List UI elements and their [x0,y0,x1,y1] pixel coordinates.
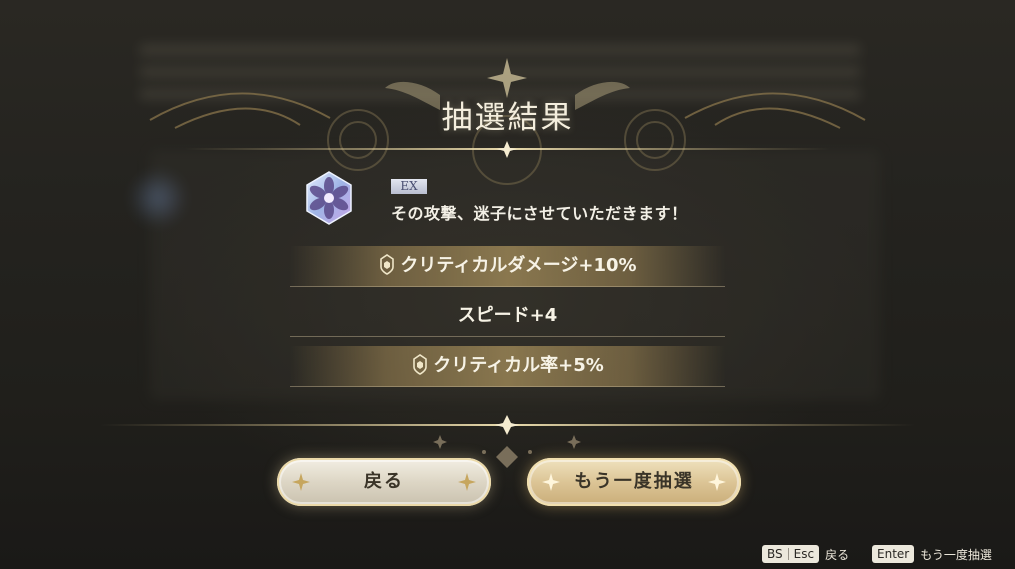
hint-back-label: 戻る [825,547,850,562]
dialog-title: 抽選結果 [441,100,574,136]
background-blurred-orb [128,168,188,228]
hint-back: BS Esc 戻る [762,544,849,564]
stat-row-critical-damage: クリティカルダメージ+10% [290,246,725,287]
retry-button-label: もう一度抽選 [574,471,694,492]
crest-icon [380,254,395,275]
hint-retry-label: もう一度抽選 [920,547,992,562]
hint-retry: Enter もう一度抽選 [872,544,992,564]
stat-label: クリティカル率+5% [433,355,604,376]
stat-row-critical-rate: クリティカル率+5% [290,346,725,387]
sparkle-icon [708,473,726,491]
crest-icon [413,354,428,375]
key-enter: Enter [872,545,915,563]
key-bs: BS [767,547,783,561]
stat-row-speed: スピード+4 [290,296,725,337]
sparkle-icon [542,473,560,491]
stat-label: クリティカルダメージ+10% [400,255,637,276]
stat-label: スピード+4 [457,305,558,326]
retry-button[interactable]: もう一度抽選 [527,458,741,506]
skill-description: その攻撃、迷子にさせていただきます！ [391,204,688,223]
back-button-label: 戻る [364,471,404,492]
sparkle-icon [458,473,476,491]
sparkle-icon [292,473,310,491]
key-esc: Esc [793,547,815,561]
key-bs-esc: BS Esc [762,545,820,563]
ex-tag: EX [391,179,427,194]
flower-crystal-icon [306,171,352,225]
back-button[interactable]: 戻る [277,458,491,506]
